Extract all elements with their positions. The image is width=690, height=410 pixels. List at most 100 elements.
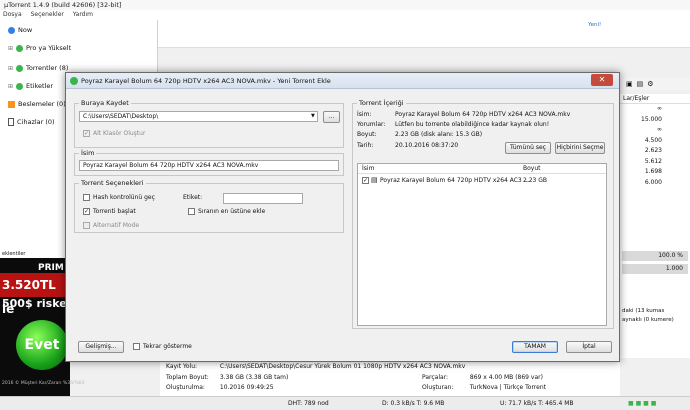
sidebar-item-label: Now [18,26,33,34]
alternative-mode-checkbox[interactable]: Alternatif Mode [83,222,139,229]
grid-cell: ∞ [657,126,662,133]
info-text: aynaklı (0 kumere) [622,317,674,323]
device-icon[interactable]: ▣ [626,80,633,88]
file-list-header: İsim Boyut [358,164,606,174]
utorrent-icon [70,76,78,85]
dht-status: DHT: 789 nod [288,400,329,407]
info-text: daki (13 kumas [622,308,665,314]
checkbox-icon: ✓ [83,208,90,215]
menu-help[interactable]: Yardım [73,11,93,18]
info-date-value: 20.10.2016 08:37:20 [395,142,459,149]
pieces-label: Parçalar: [422,374,449,381]
sidebar-item-feeds[interactable]: Beslemeler (0) [8,100,66,108]
select-all-button[interactable]: Tümünü seç [505,142,551,154]
ad-yes-button[interactable]: Evet [16,320,68,370]
settings-icon[interactable]: ⚙ [647,80,653,88]
labels-icon [16,82,24,90]
tray-icons: ■ ■ ■ ■ [628,400,657,407]
file-list[interactable]: İsim Boyut ✓ ▤ Poyraz Karayel Bolum 64 7… [357,163,607,326]
checkbox-icon [133,343,140,350]
column-header-size[interactable]: Boyut [523,164,541,174]
sidebar-item-label: Etiketler [26,82,54,90]
save-as-value: C:\Users\SEDAT\Desktop\Cesur Yürek Bolum… [219,363,466,370]
contents-group-label: Torrent İçeriği [357,99,406,107]
cancel-button[interactable]: İptal [566,341,612,353]
advanced-button[interactable]: Gelişmiş... [78,341,124,353]
select-none-button[interactable]: Hiçbirini Seçme [555,142,605,154]
download-status: D: 0.3 kB/s T: 9.6 MB [382,400,445,407]
info-comment-value: Lütfen bu torrente olabildiğince kadar k… [395,121,550,128]
upgrade-icon [16,44,24,52]
dont-show-again-checkbox[interactable]: Tekrar gösterme [133,343,192,350]
total-size-label: Toplam Boyut: [166,374,209,381]
sidebar-item-now[interactable]: Now [8,26,32,34]
label-input[interactable] [223,193,303,204]
column-header-name[interactable]: İsim [362,164,374,174]
sidebar-item-label: Cihazlar (0) [17,118,55,126]
subfolder-label: Alt Klasör Oluştur [93,130,146,137]
chevron-down-icon[interactable]: ▼ [311,113,315,119]
sidebar-item-label: Pro ya Yükselt [26,44,72,52]
start-torrent-label: Torrenti başlat [93,208,136,215]
total-size-value: 3.38 GB (3.38 GB tam) [219,374,289,381]
creator-label: Oluşturan: [422,384,454,391]
status-bar: DHT: 789 nod D: 0.3 kB/s T: 9.6 MB U: 71… [0,396,690,410]
device-icon [8,118,14,126]
app-title: µTorrent 1.4.9 (build 42606) [32-bit] [4,1,122,9]
info-size-label: Boyut: [357,131,377,138]
ok-button[interactable]: TAMAM [512,341,558,353]
grid-cell: 15.000 [641,115,662,123]
options-group-label: Torrent Seçenekleri [79,179,146,187]
created-value: 10.2016 09:49:25 [219,384,274,391]
checkbox-icon[interactable]: ✓ [362,177,369,184]
rss-icon [8,100,15,108]
grid-cell: 2.623 [644,147,662,154]
sidebar-item-torrents[interactable]: ⊞ Torrentler (8) [8,64,68,72]
add-to-top-checkbox[interactable]: Sıranın en üstüne ekle [188,208,265,215]
grid-cell: 1.698 [644,168,662,175]
info-size-value: 2.23 GB (disk alanı: 15.3 GB) [395,131,483,138]
grid-cell: 4.500 [644,136,662,144]
pieces-value: 869 x 4.00 MB (869 var) [469,374,543,381]
save-location-group: Buraya Kaydet C:\Users\SEDAT\Desktop\ ▼ … [74,99,344,148]
right-toolbar: ▣ ▤ ⚙ [620,78,690,90]
save-path-input[interactable]: C:\Users\SEDAT\Desktop\ [79,111,318,122]
menu-options[interactable]: Seçenekler [31,11,64,18]
skip-hash-checkbox[interactable]: Hash kontrolünü geç [83,194,155,201]
checkbox-icon [83,194,90,201]
close-icon[interactable]: ✕ [591,74,613,86]
new-tab-label[interactable]: Yeni! [588,22,601,28]
add-to-top-label: Sıranın en üstüne ekle [198,208,266,215]
sidebar-item-labels[interactable]: ⊞ Etiketler [8,82,53,90]
file-row[interactable]: ✓ ▤ Poyraz Karayel Bolum 64 720p HDTV x2… [358,176,606,186]
alternative-mode-label: Alternatif Mode [93,222,140,229]
video-file-icon: ▤ [371,176,378,184]
sidebar-item-devices[interactable]: Cihazlar (0) [8,118,55,126]
app-title-bar: µTorrent 1.4.9 (build 42606) [32-bit] [0,0,690,10]
grid-cell: 5.612 [644,157,662,165]
name-group-label: İsim [79,149,97,157]
sidebar-item-upgrade[interactable]: ⊞ Pro ya Yükselt [8,44,71,52]
expand-icon: ⊞ [8,82,14,90]
browse-button[interactable]: ... [323,111,340,123]
torrent-grid: Lar/Eşler ∞ 15.000 ∞ 4.500 2.623 5.612 1… [620,94,690,254]
grid-cell: 6.000 [644,178,662,186]
info-name-value: Poyraz Karayel Bolum 64 720p HDTV x264 A… [395,111,571,118]
torrent-name-input[interactable]: Poyraz Karayel Bolum 64 720p HDTV x264 A… [79,160,339,171]
dialog-title: Poyraz Karayel Bolum 64 720p HDTV x264 A… [81,76,331,85]
sidebar-item-label: Torrentler (8) [26,64,69,72]
start-torrent-checkbox[interactable]: ✓ Torrenti başlat [83,208,136,215]
subfolder-checkbox[interactable]: ✓ Alt Klasör Oluştur [83,130,145,137]
column-header-peers[interactable]: Lar/Eşler [620,94,690,104]
ad-risk: 500$ riske [2,297,67,310]
now-icon [8,26,15,34]
save-location-label: Buraya Kaydet [79,99,131,107]
ad-brand: PRIM [38,263,64,273]
grid-cell: ∞ [657,105,662,112]
checkbox-icon [188,208,195,215]
upload-status: U: 71.7 kB/s T: 465.4 MB [500,400,574,407]
chat-icon[interactable]: ▤ [637,80,644,88]
ad-footer: 2016 © Müşteri Kar/Zararı %36/%64 [2,381,85,386]
label-field-label: Etiket: [183,194,203,201]
menu-file[interactable]: Dosya [3,11,22,18]
